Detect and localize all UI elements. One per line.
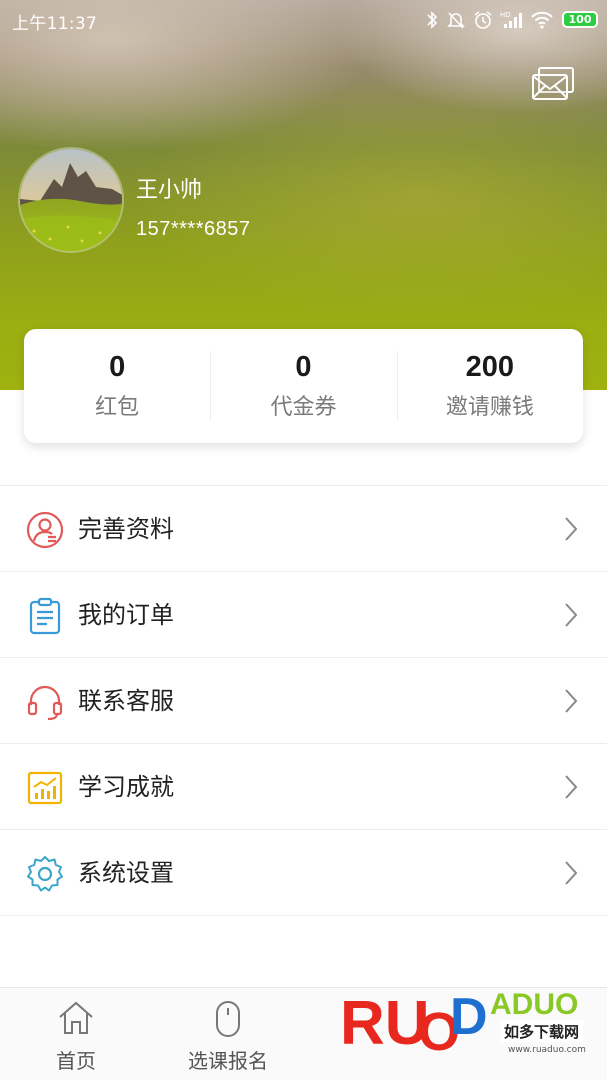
menu-item-label: 完善资料: [78, 515, 174, 543]
user-profile-icon: [26, 511, 64, 549]
headset-icon: [26, 683, 64, 721]
menu-item-label: 联系客服: [78, 687, 174, 715]
stat-label: 代金券: [270, 395, 337, 420]
chevron-right-icon: [563, 687, 579, 715]
envelope-icon[interactable]: [530, 66, 576, 102]
stat-label: 红包: [95, 395, 140, 420]
stat-voucher[interactable]: 0 代金券: [210, 329, 396, 443]
svg-text:RU: RU: [340, 989, 430, 1058]
user-name: 王小帅: [136, 177, 203, 202]
tab-home[interactable]: 首页: [1, 988, 151, 1080]
stat-red-packet[interactable]: 0 红包: [24, 329, 210, 443]
svg-text:D: D: [450, 988, 488, 1046]
wifi-icon: [530, 10, 554, 30]
menu-item-contact-support[interactable]: 联系客服: [0, 658, 607, 744]
stat-value: 0: [295, 351, 312, 383]
menu-item-achievements[interactable]: 学习成就: [0, 744, 607, 830]
stat-value: 200: [465, 351, 515, 383]
svg-text:HD: HD: [500, 11, 511, 19]
chevron-right-icon: [563, 773, 579, 801]
mute-icon: [446, 10, 466, 30]
signal-icon: HD: [500, 10, 524, 30]
alarm-icon: [473, 10, 493, 30]
clipboard-order-icon: [26, 597, 64, 635]
user-phone: 157****6857: [136, 218, 251, 240]
menu-list: 完善资料 我的订单 联系客服 学习成就 系统设置: [0, 485, 607, 916]
menu-item-my-orders[interactable]: 我的订单: [0, 572, 607, 658]
stat-value: 0: [109, 351, 126, 383]
tab-label: 选课报名: [188, 1049, 268, 1073]
profile-screen: 上午11:37 HD 100 王小帅 157****6857 0 红包 0 代金…: [0, 0, 607, 1080]
stat-label: 邀请赚钱: [445, 395, 534, 420]
chevron-right-icon: [563, 601, 579, 629]
bluetooth-icon: [426, 10, 438, 30]
gear-icon: [26, 855, 64, 893]
status-bar: 上午11:37 HD 100: [0, 0, 607, 40]
stat-invite-earn[interactable]: 200 邀请赚钱: [396, 329, 583, 443]
svg-text:如多下载网: 如多下载网: [504, 1023, 579, 1041]
svg-text:ADUO: ADUO: [490, 988, 578, 1021]
home-icon: [57, 1000, 95, 1040]
menu-item-settings[interactable]: 系统设置: [0, 830, 607, 916]
avatar[interactable]: [18, 147, 124, 253]
mouse-icon: [215, 1000, 241, 1042]
battery-icon: 100: [562, 11, 598, 28]
menu-item-complete-profile[interactable]: 完善资料: [0, 486, 607, 572]
tab-course-signup[interactable]: 选课报名: [153, 988, 303, 1080]
tab-label: 首页: [56, 1049, 96, 1073]
menu-item-label: 系统设置: [78, 859, 174, 887]
status-time: 上午11:37: [12, 14, 98, 34]
chevron-right-icon: [563, 515, 579, 543]
menu-item-label: 学习成就: [78, 773, 174, 801]
watermark-logo: RU O D ADUO 如多下载网 www.ruaduo.com: [338, 976, 588, 1066]
svg-text:www.ruaduo.com: www.ruaduo.com: [508, 1045, 586, 1055]
stats-card: 0 红包 0 代金券 200 邀请赚钱: [24, 329, 583, 443]
chevron-right-icon: [563, 859, 579, 887]
menu-item-label: 我的订单: [78, 601, 174, 629]
chart-achievement-icon: [26, 769, 64, 807]
